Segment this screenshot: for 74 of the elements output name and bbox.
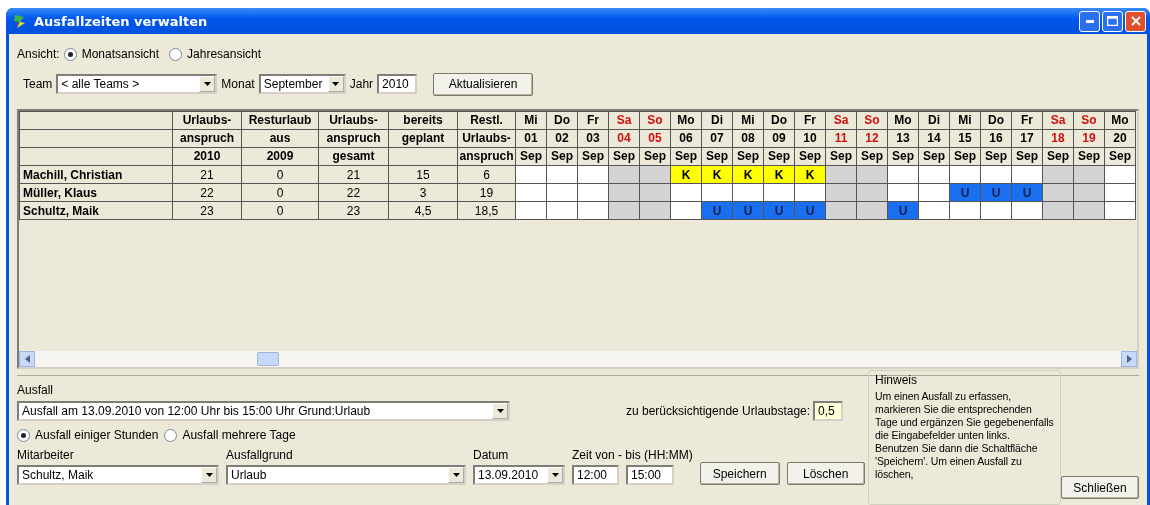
day-header: Do 02 Sep <box>546 111 578 166</box>
dropdown-arrow-icon <box>203 82 211 86</box>
year-field[interactable]: 2010 <box>377 74 418 94</box>
hint-title: Hinweis <box>875 373 918 387</box>
dropdown-arrow-icon <box>205 473 213 477</box>
dropdown-arrow-icon <box>332 82 340 86</box>
team-label: Team <box>23 77 53 91</box>
day-header: Mo 13 Sep <box>887 111 919 166</box>
view-label: Ansicht: <box>17 47 60 61</box>
date-label: Datum <box>473 448 510 462</box>
employee-dropdown[interactable]: Schultz, Maik <box>17 465 219 485</box>
radio-option[interactable]: Jahresansicht <box>169 47 268 61</box>
day-header: Di 14 Sep <box>918 111 950 166</box>
time-to-field[interactable]: 15:00 <box>626 465 674 485</box>
day-header: Di 07 Sep <box>701 111 733 166</box>
save-button[interactable]: Speichern <box>699 462 780 485</box>
scroll-right-button[interactable] <box>1121 351 1137 367</box>
day-header: Fr 10 Sep <box>794 111 826 166</box>
day-header: Do 16 Sep <box>980 111 1012 166</box>
day-header: Mo 06 Sep <box>670 111 702 166</box>
day-header: Mi 01 Sep <box>515 111 547 166</box>
date-picker[interactable]: 13.09.2010 <box>473 465 565 485</box>
column-header: Urlaubs- anspruch 2010 <box>172 111 242 166</box>
day-header: Do 09 Sep <box>763 111 795 166</box>
scroll-left-button[interactable] <box>19 351 35 367</box>
horizontal-scrollbar[interactable] <box>19 351 1137 367</box>
minimize-icon <box>1085 19 1094 23</box>
month-dropdown[interactable]: September <box>258 74 346 94</box>
scrollbar-thumb[interactable] <box>257 352 279 366</box>
absence-dropdown[interactable]: Ausfall am 13.09.2010 von 12:00 Uhr bis 15:00 Uhr Grund:Urlaub <box>17 401 510 421</box>
refresh-button[interactable]: Aktualisieren <box>433 72 534 96</box>
column-header: Restl. Urlaubs- anspruch <box>457 111 516 166</box>
window-title: Ausfallzeiten verwalten <box>34 13 209 29</box>
radio-option[interactable]: Ausfall mehrere Tage <box>164 428 302 442</box>
time-label: Zeit von - bis (HH:MM) <box>572 448 693 462</box>
day-header: Sa 11 Sep <box>825 111 857 166</box>
day-header: Fr 03 Sep <box>577 111 609 166</box>
day-header: So 05 Sep <box>639 111 671 166</box>
dropdown-arrow-icon <box>452 473 460 477</box>
day-header: Mi 15 Sep <box>949 111 981 166</box>
left-arrow-icon <box>24 355 30 363</box>
day-header: Fr 17 Sep <box>1011 111 1043 166</box>
column-header: bereits geplant <box>388 111 458 166</box>
column-header: Urlaubs- anspruch gesamt <box>318 111 389 166</box>
vacation-days-label: zu berücksichtigende Urlaubstage: <box>626 404 811 418</box>
maximize-icon <box>1107 16 1118 26</box>
day-header: Sa 18 Sep <box>1042 111 1074 166</box>
radio-option[interactable]: Ausfall einiger Stunden <box>17 428 165 442</box>
right-arrow-icon <box>1126 355 1132 363</box>
day-header: Mo 20 Sep <box>1104 111 1136 166</box>
year-label: Jahr <box>349 77 374 91</box>
close-button[interactable] <box>1125 10 1146 32</box>
time-from-field[interactable]: 12:00 <box>572 465 619 485</box>
radio-option[interactable]: Monatsansicht <box>63 47 166 61</box>
month-label: Monat <box>221 77 255 91</box>
reason-label: Ausfallgrund <box>226 448 294 462</box>
employee-label: Mitarbeiter <box>17 448 75 462</box>
team-dropdown[interactable]: < alle Teams > <box>56 74 218 94</box>
day-header: Mi 08 Sep <box>732 111 764 166</box>
delete-button[interactable]: Löschen <box>786 462 865 485</box>
close-dialog-button[interactable]: Schließen <box>1061 476 1139 499</box>
day-header: So 19 Sep <box>1073 111 1105 166</box>
day-header: Sa 04 Sep <box>608 111 640 166</box>
dropdown-arrow-icon <box>496 409 504 413</box>
day-header: So 12 Sep <box>856 111 888 166</box>
absence-label: Ausfall <box>17 383 55 397</box>
hint-text: Um einen Ausfall zu erfassen, markieren Sie die entsprechenden Tage und ergänzen Sie gegebenenfalls die Eingabefelder unten links. Benutzen Sie dann die Schaltfläche 'Speichern'. Um einen Ausfall zu löschen, <box>875 390 1054 481</box>
column-header: Resturlaub aus 2009 <box>241 111 319 166</box>
vacation-days-field[interactable]: 0,5 <box>813 401 844 421</box>
reason-dropdown[interactable]: Urlaub <box>226 465 466 485</box>
maximize-button[interactable] <box>1102 10 1123 32</box>
minimize-button[interactable] <box>1079 10 1100 32</box>
close-icon <box>1130 16 1141 26</box>
dropdown-arrow-icon <box>551 473 559 477</box>
